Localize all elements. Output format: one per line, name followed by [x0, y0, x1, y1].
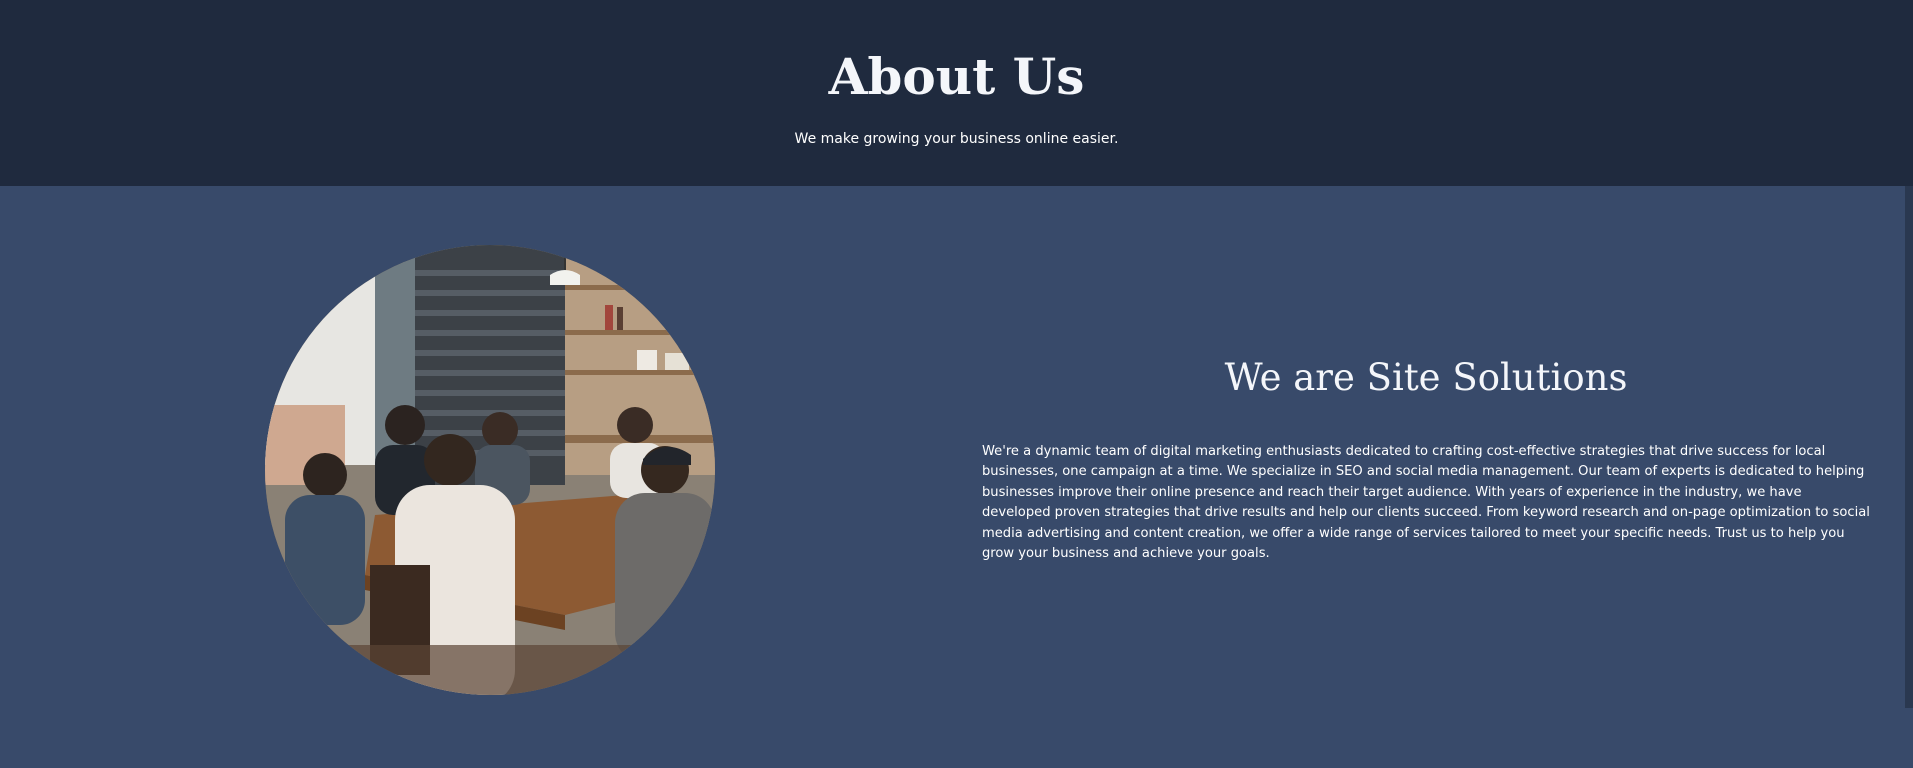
scrollbar[interactable] [1905, 186, 1913, 708]
section-heading: We are Site Solutions [1224, 356, 1628, 399]
about-section: We are Site Solutions We're a dynamic te… [0, 186, 1913, 768]
page-subtitle: We make growing your business online eas… [794, 131, 1119, 147]
team-meeting-illustration [265, 245, 715, 695]
page-title: About Us [828, 47, 1085, 106]
about-hero: About Us We make growing your business o… [0, 0, 1913, 186]
team-meeting-photo [265, 245, 715, 695]
about-description: We're a dynamic team of digital marketin… [982, 444, 1870, 562]
